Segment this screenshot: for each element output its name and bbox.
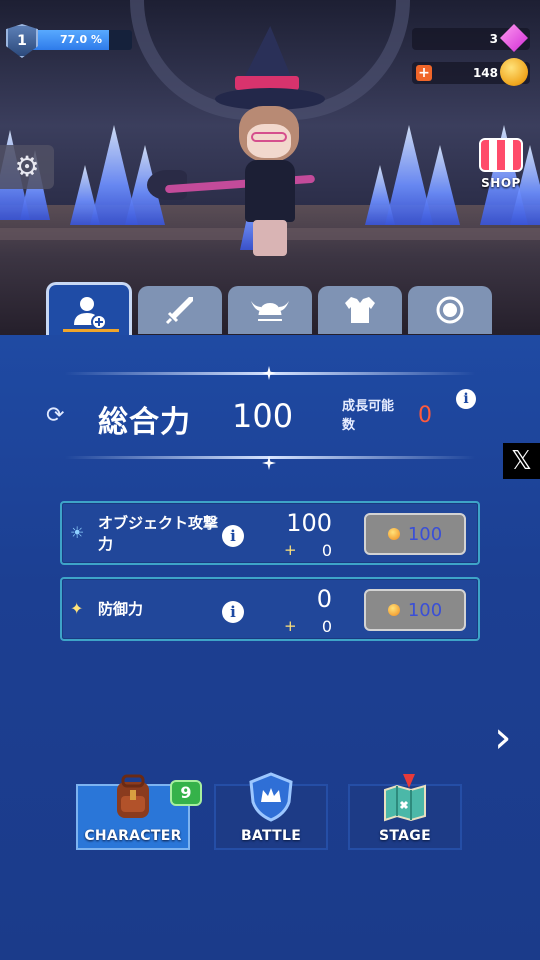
gem-amount: 3 bbox=[489, 32, 498, 46]
gold-coin-icon bbox=[500, 58, 528, 86]
gold-coin-icon bbox=[387, 604, 400, 616]
gem-counter[interactable]: 3 bbox=[412, 24, 530, 52]
stat-bonus-plus: + bbox=[284, 617, 297, 635]
total-power-value: 100 bbox=[232, 397, 294, 435]
tab-weapon[interactable] bbox=[138, 286, 222, 334]
nav-label: CHARACTER bbox=[84, 828, 182, 844]
gold-coin-icon bbox=[387, 528, 400, 540]
stat-bonus: 0 bbox=[321, 541, 332, 560]
upgrade-cost: 100 bbox=[407, 523, 443, 545]
crown-shield-icon bbox=[249, 772, 293, 822]
stat-label: オブジェクト攻撃力 bbox=[98, 514, 219, 553]
active-tab-indicator bbox=[63, 329, 119, 332]
exp-bar: 77.0 % bbox=[30, 30, 132, 50]
backpack-icon bbox=[117, 774, 149, 818]
upgrade-button[interactable]: 100 bbox=[364, 513, 466, 555]
x-logo-icon: 𝕏 bbox=[511, 446, 532, 476]
nav-label: STAGE bbox=[379, 828, 431, 844]
refresh-icon: ⟳ bbox=[46, 403, 65, 428]
level-number: 1 bbox=[17, 33, 27, 49]
info-icon[interactable]: i bbox=[222, 601, 244, 623]
upgrade-cost: 100 bbox=[407, 599, 443, 621]
gold-counter[interactable]: + 148 bbox=[412, 58, 530, 86]
armor-icon bbox=[345, 297, 375, 323]
growth-potential-label: 成長可能数 bbox=[342, 399, 395, 433]
tab-helmet[interactable] bbox=[228, 286, 312, 334]
equipment-tabs bbox=[0, 280, 540, 338]
crystal-cluster bbox=[365, 115, 485, 225]
ring-icon bbox=[436, 296, 464, 324]
stat-label: 防御力 bbox=[98, 600, 144, 618]
shop-icon bbox=[479, 138, 523, 172]
gear-icon: ⚙ bbox=[14, 150, 40, 183]
shop-button[interactable]: SHOP bbox=[474, 138, 528, 198]
total-power-label: 総合力 bbox=[98, 405, 191, 440]
nav-battle-button[interactable]: BATTLE bbox=[214, 772, 328, 850]
sparkle-icon: ✦ bbox=[70, 599, 84, 618]
shop-label: SHOP bbox=[481, 176, 521, 190]
user-plus-icon bbox=[74, 296, 107, 330]
stat-bonus: 0 bbox=[321, 617, 332, 636]
upgrade-button[interactable]: 100 bbox=[364, 589, 466, 631]
gold-amount: 148 bbox=[472, 66, 498, 80]
tab-accessory[interactable] bbox=[408, 286, 492, 334]
info-icon[interactable]: i bbox=[456, 389, 476, 409]
divider-bottom bbox=[65, 456, 475, 459]
stat-row-attack: ☀ オブジェクト攻撃力 i 100 + 0 100 bbox=[60, 501, 480, 565]
stat-bonus-plus: + bbox=[284, 541, 297, 559]
notification-badge: 9 bbox=[170, 780, 202, 806]
chevron-right-icon[interactable]: › bbox=[494, 716, 512, 760]
add-gold-icon[interactable]: + bbox=[416, 65, 432, 81]
settings-button[interactable]: ⚙ bbox=[0, 145, 54, 189]
map-icon bbox=[384, 774, 426, 822]
nav-stage-button[interactable]: STAGE bbox=[348, 774, 462, 850]
stat-row-defense: ✦ 防御力 i 0 + 0 100 bbox=[60, 577, 480, 641]
gem-icon bbox=[500, 24, 528, 52]
x-share-button[interactable]: 𝕏 bbox=[503, 443, 540, 479]
sun-icon: ☀ bbox=[70, 523, 85, 542]
tab-character-stats[interactable] bbox=[46, 282, 132, 338]
stat-value: 100 bbox=[286, 509, 332, 537]
stat-value: 0 bbox=[316, 585, 332, 613]
growth-potential-value: 0 bbox=[418, 403, 432, 428]
tab-armor[interactable] bbox=[318, 286, 402, 334]
info-icon[interactable]: i bbox=[222, 525, 244, 547]
player-character bbox=[147, 20, 335, 256]
nav-label: BATTLE bbox=[240, 828, 302, 844]
viking-helmet-icon bbox=[251, 301, 289, 321]
sword-icon bbox=[165, 297, 193, 325]
exp-percent: 77.0 % bbox=[60, 33, 102, 46]
